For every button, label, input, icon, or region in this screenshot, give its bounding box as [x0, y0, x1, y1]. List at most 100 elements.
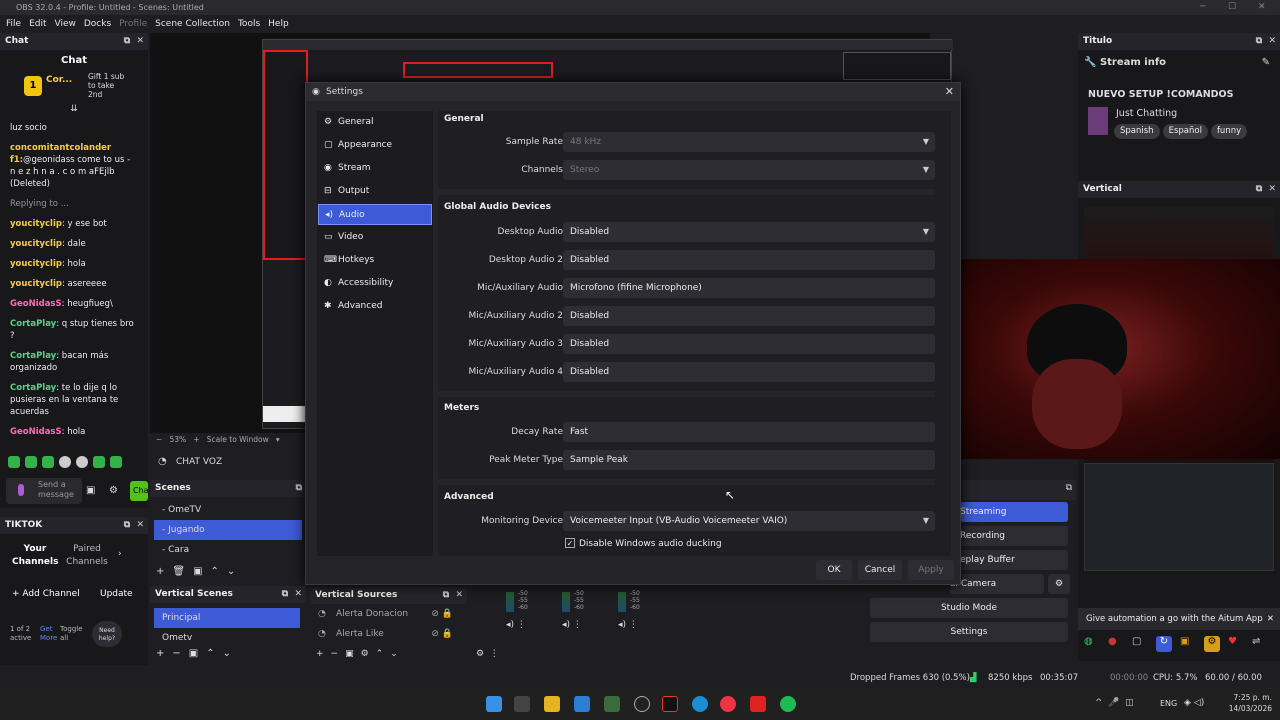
update-button[interactable]: Update [100, 589, 133, 599]
dock-float-icon[interactable]: ⧉ [296, 480, 302, 497]
settings-nav-video[interactable]: ▭ Video [318, 227, 432, 248]
menu-profile[interactable]: Profile [115, 15, 151, 33]
zoom-control[interactable]: − 53% + Scale to Window ▾ [156, 435, 280, 444]
chat-username[interactable]: GeoNidasS [10, 427, 62, 437]
volume-icon[interactable]: ◂) ⋮ [562, 620, 582, 630]
heart-icon[interactable]: ♥ [1228, 636, 1244, 652]
vscene-item[interactable]: Ometv [154, 628, 300, 648]
zoom-mode[interactable]: Scale to Window [207, 435, 269, 444]
store-icon[interactable] [574, 696, 590, 712]
emote-icon[interactable] [110, 456, 122, 468]
menu-file[interactable]: File [2, 15, 25, 33]
minimize-icon[interactable]: ─ [1200, 0, 1205, 15]
mixer-gear-icon[interactable]: ⚙ ⋮ [476, 649, 499, 659]
chat-input[interactable]: Send a message [6, 478, 82, 504]
ducking-checkbox-row[interactable]: ✓ Disable Windows audio ducking [565, 538, 722, 549]
get-more-link[interactable]: Get More [40, 625, 62, 643]
scene-item[interactable]: - Cara [154, 540, 302, 560]
network-icon[interactable]: ◈ ◁) [1184, 698, 1204, 708]
spotify-icon[interactable] [780, 696, 796, 712]
chat-username[interactable]: CortaPlay [10, 319, 56, 329]
dock-close-icon[interactable]: ⧉ ✕ [443, 587, 463, 604]
replay-buffer-button[interactable]: eplay Buffer [960, 550, 1068, 570]
start-recording-button[interactable]: Recording [960, 526, 1068, 546]
dock-close-icon[interactable]: ⧉ ✕ [124, 517, 144, 534]
toggle-all-link[interactable]: Toggle all [60, 625, 88, 643]
emote-icon[interactable] [76, 456, 88, 468]
replay-icon[interactable]: ▣ [1180, 636, 1196, 652]
close-icon[interactable]: ✕ [1258, 0, 1266, 15]
sample-rate-select[interactable]: 48 kHz ▼ [563, 132, 935, 152]
scene-toolbar[interactable]: +🗑▣⌃⌄ [156, 566, 243, 577]
chat-username[interactable]: CortaPlay [10, 351, 56, 361]
ducking-checkbox[interactable]: ✓ [565, 538, 575, 548]
scene-item[interactable]: - OmeTV [154, 500, 302, 520]
emote-icon[interactable] [59, 456, 71, 468]
scene-item[interactable]: - Jugando [154, 520, 302, 540]
apply-button[interactable]: Apply [908, 560, 954, 580]
tab-paired-channels[interactable]: Paired Channels [64, 543, 110, 569]
chat-username[interactable]: youcityclip [10, 279, 62, 289]
start-streaming-button[interactable]: Streaming [960, 502, 1068, 522]
banner-close-icon[interactable]: ✕ [1267, 608, 1274, 630]
add-channel-button[interactable]: + Add Channel [12, 589, 80, 599]
volume-icon[interactable]: ◂) ⋮ [618, 620, 638, 630]
audio-device-select[interactable]: Disabled [563, 334, 935, 354]
emote-icon[interactable] [8, 456, 20, 468]
settings-content[interactable]: General Sample Rate 48 kHz ▼ Channels Stere… [438, 111, 951, 556]
chat-send-button[interactable]: Chat [130, 481, 148, 501]
audio-device-select[interactable]: Disabled ▼ [563, 222, 935, 242]
emote-icon[interactable] [93, 456, 105, 468]
peak-meter-select[interactable]: Sample Peak [563, 450, 935, 470]
settings-close-icon[interactable]: ✕ [945, 83, 954, 101]
shuffle-icon[interactable]: ⇌ [1252, 636, 1268, 652]
menu-edit[interactable]: Edit [25, 15, 50, 33]
gift-icon[interactable]: ▣ [86, 485, 95, 496]
virtual-camera-button[interactable]: al Camera [950, 574, 1044, 594]
tab-your-channels[interactable]: Your Channels [12, 543, 58, 569]
start-menu-icon[interactable] [486, 696, 502, 712]
menu-tools[interactable]: Tools [234, 15, 264, 33]
settings-gear-icon[interactable]: ⚙ [109, 485, 118, 496]
record-icon[interactable]: ● [1108, 636, 1124, 652]
chrome-icon[interactable] [720, 696, 736, 712]
dock-close-icon[interactable]: ⧉ ✕ [282, 586, 302, 603]
settings-nav-appearance[interactable]: ▢ Appearance [318, 135, 432, 156]
vscene-toolbar[interactable]: +−▣⌃⌄ [156, 648, 239, 659]
chat-username[interactable]: youcityclip [10, 239, 62, 249]
menu-help[interactable]: Help [264, 15, 293, 33]
audio-device-select[interactable]: Disabled [563, 250, 935, 270]
decay-rate-select[interactable]: Fast [563, 422, 935, 442]
audio-device-select[interactable]: Microfono (fifine Microphone) [563, 278, 935, 298]
studio-mode-button[interactable]: Studio Mode [870, 598, 1068, 618]
settings-nav-output[interactable]: ⊟ Output [318, 181, 432, 202]
maximize-icon[interactable]: ☐ [1228, 0, 1236, 15]
menu-scene-collection[interactable]: Scene Collection [151, 15, 234, 33]
cancel-button[interactable]: Cancel [858, 560, 902, 580]
gear-icon[interactable]: ⚙ [1204, 636, 1220, 652]
ok-button[interactable]: OK [816, 560, 852, 580]
settings-nav-general[interactable]: ⚙ General [318, 112, 432, 133]
app-icon[interactable] [750, 696, 766, 712]
obs-taskbar-icon[interactable] [634, 696, 650, 712]
dock-close-icon[interactable]: ⧉ ✕ [124, 33, 144, 50]
tray-icons[interactable]: ^ 🎤 ◫ [1095, 698, 1134, 708]
vscene-item[interactable]: Principal [154, 608, 300, 628]
chat-username[interactable]: CortaPlay [10, 383, 56, 393]
file-explorer-icon[interactable] [544, 696, 560, 712]
chat-username[interactable]: youcityclip [10, 219, 62, 229]
settings-button[interactable]: Settings [870, 622, 1068, 642]
vsource-item[interactable]: ◔ Alerta Donacion ⊘ 🔒 [310, 604, 467, 624]
dock-float-icon[interactable]: ⧉ [1066, 483, 1072, 493]
settings-nav-advanced[interactable]: ✱ Advanced [318, 296, 432, 317]
edit-pencil-icon[interactable]: ✎ [1262, 57, 1270, 68]
chat-username[interactable]: GeoNidasS [10, 299, 62, 309]
stop-icon[interactable]: ▢ [1132, 636, 1148, 652]
emote-icon[interactable] [42, 456, 54, 468]
audio-device-select[interactable]: Disabled [563, 362, 935, 382]
channels-select[interactable]: Stereo ▼ [563, 160, 935, 180]
chat-username[interactable]: youcityclip [10, 259, 62, 269]
visibility-lock-icon[interactable]: ⊘ 🔒 [431, 604, 453, 624]
vsource-item[interactable]: ◔ Alerta Like ⊘ 🔒 [310, 624, 467, 644]
settings-nav-audio[interactable]: ◂) Audio [318, 204, 432, 225]
